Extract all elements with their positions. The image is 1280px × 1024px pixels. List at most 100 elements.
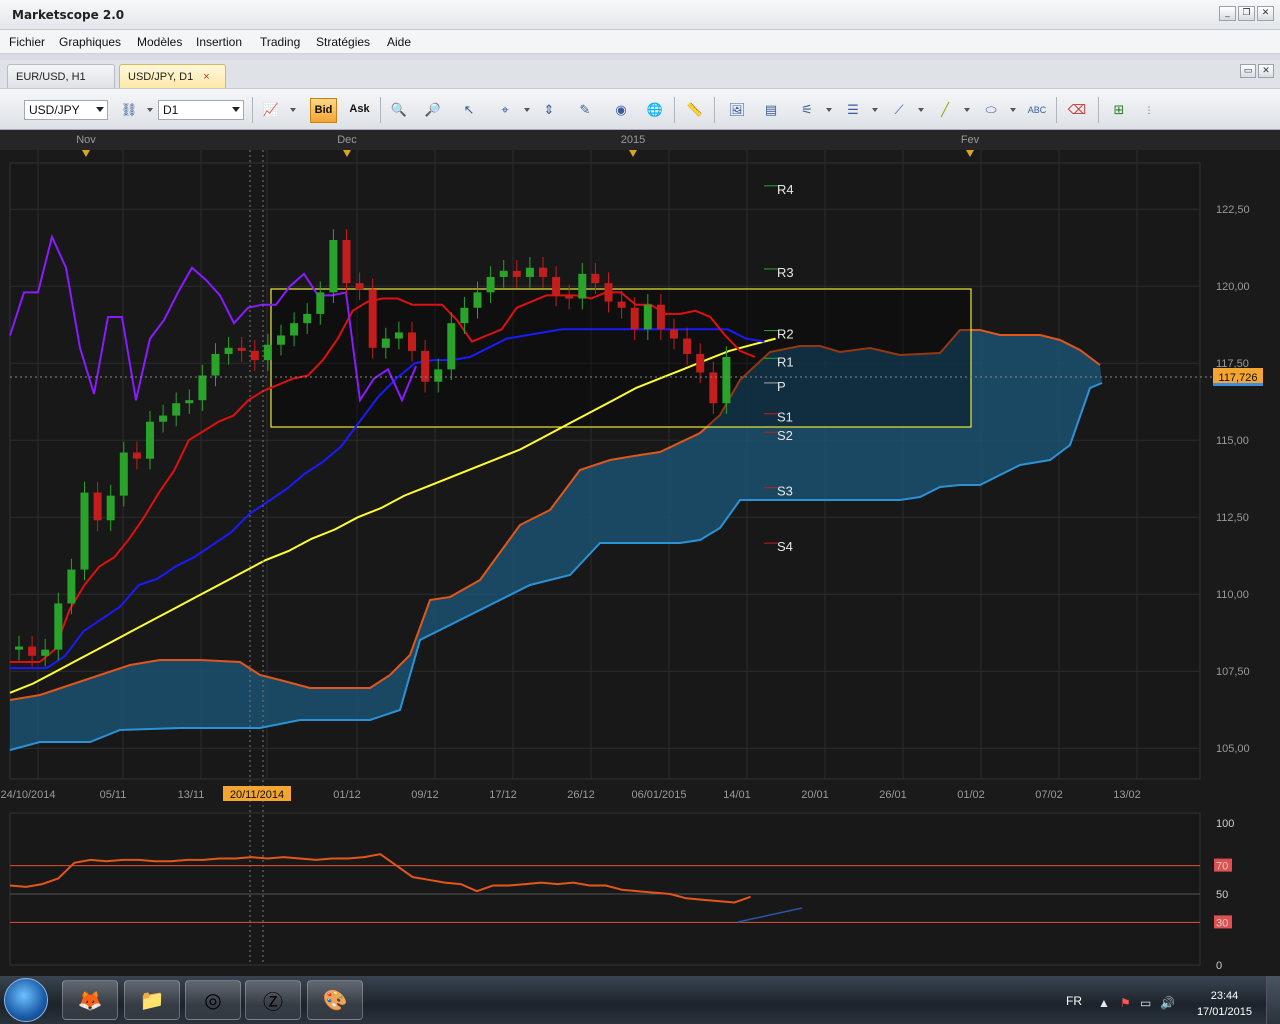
link-icon[interactable]: ⛓ (118, 99, 140, 121)
candle-body (185, 400, 194, 404)
volume-icon[interactable]: 🔊 (1160, 996, 1175, 1010)
fit-icon[interactable]: ⇕ (538, 99, 560, 121)
zoom-in-icon[interactable]: 🔍 (388, 99, 410, 121)
chevron-down-icon[interactable] (524, 108, 530, 112)
close-tab-icon[interactable]: × (203, 71, 209, 83)
crosshair-icon[interactable]: ⌖ (494, 99, 516, 121)
lines-icon[interactable]: ☰ (842, 99, 864, 121)
chevron-down-icon[interactable] (826, 108, 832, 112)
chevron-down-icon[interactable] (290, 108, 296, 112)
firefox-icon[interactable]: 🦊 (62, 980, 118, 1020)
chrome-icon[interactable]: ◎ (185, 980, 241, 1020)
oscillator-tick-label: 100 (1216, 818, 1234, 830)
date-tick-label: 06/01/2015 (631, 789, 686, 801)
chart-type-icon[interactable]: 📈 (260, 99, 282, 121)
candle-body (539, 267, 547, 277)
candle-body (630, 307, 639, 330)
current-price-label: 117,726 (1219, 372, 1258, 384)
candle-body (329, 240, 338, 293)
price-tick-label: 107,50 (1216, 666, 1250, 678)
start-button[interactable] (4, 978, 48, 1022)
candle-body (198, 375, 207, 401)
price-chart[interactable]: R4R3R2R1PS1S2S3S4 122,50120,00117,50115,… (0, 130, 1280, 976)
date-tick-label: 13/02 (1113, 789, 1141, 801)
menu-fichier[interactable]: Fichier (9, 35, 45, 49)
edit-icon[interactable]: ✎ (574, 99, 596, 121)
candle-body (408, 332, 416, 351)
language-indicator[interactable]: FR (1066, 994, 1082, 1008)
zoom-out-icon[interactable]: 🔎 (422, 99, 444, 121)
indicator-icon[interactable]: ⚟ (796, 99, 818, 121)
menu-strategies[interactable]: Stratégies (316, 35, 370, 49)
chevron-down-icon[interactable] (872, 108, 878, 112)
candle-body (15, 646, 23, 650)
bid-button[interactable]: Bid (310, 98, 337, 123)
menu-modeles[interactable]: Modèles (137, 35, 182, 49)
marketscope-icon[interactable]: Ⓩ (245, 980, 301, 1020)
show-desktop-button[interactable] (1266, 976, 1280, 1024)
eye-icon[interactable]: ◉ (610, 99, 632, 121)
date-tick-label: 24/10/2014 (0, 789, 55, 801)
date-tick-label: 20/11/2014 (230, 789, 284, 801)
globe-icon[interactable]: 🌐 (644, 99, 666, 121)
candle-body (355, 283, 364, 290)
toolbar-overflow-icon[interactable]: ⋮ (1138, 99, 1160, 121)
minimize-icon[interactable]: _ (1219, 6, 1236, 21)
chevron-down-icon (232, 107, 240, 112)
candle-body (41, 649, 50, 656)
cursor-icon[interactable]: ↖ (458, 99, 480, 121)
price-tick-label: 122,50 (1216, 204, 1250, 216)
template-icon[interactable]: ▤ (760, 99, 782, 121)
clock[interactable]: 23:44 17/01/2015 (1197, 988, 1252, 1020)
title-bar: Marketscope 2.0 _ ❐ ✕ (0, 0, 1280, 30)
pivot-label-r4: R4 (777, 182, 794, 197)
month-label: 2015 (621, 134, 645, 146)
file-explorer-icon[interactable]: 📁 (124, 980, 180, 1020)
trendline-icon[interactable]: ╱ (934, 99, 956, 121)
menu-aide[interactable]: Aide (387, 35, 411, 49)
system-tray: FR ▲ ⚑ ▭ 🔊 23:44 17/01/2015 (1060, 976, 1280, 1024)
candle-body (486, 276, 495, 293)
ruler-icon[interactable]: 📏 (684, 99, 706, 121)
month-label: Dec (337, 134, 357, 146)
close-icon[interactable]: ✕ (1257, 6, 1274, 21)
period-value: D1 (163, 103, 179, 117)
oscillator-plot-area (9, 812, 1201, 966)
symbol-select[interactable]: USD/JPY (24, 100, 108, 120)
pivot-label-s1: S1 (777, 410, 793, 425)
eraser-icon[interactable]: ⌫ (1066, 99, 1088, 121)
pivot-label-p: P (777, 379, 786, 394)
chevron-down-icon[interactable] (964, 108, 970, 112)
candle-body (499, 270, 508, 277)
candle-body (316, 292, 325, 314)
menu-insertion[interactable]: Insertion (196, 35, 242, 49)
image-icon[interactable]: 🖼 (726, 99, 748, 121)
period-select[interactable]: D1 (158, 100, 244, 120)
hierarchy-icon[interactable]: ⊞ (1108, 99, 1130, 121)
text-tool-icon[interactable]: ABC (1026, 99, 1048, 121)
tray-arrow-icon[interactable]: ▲ (1098, 996, 1110, 1010)
tab-eurusd-h1[interactable]: EUR/USD, H1 (7, 64, 115, 88)
chevron-down-icon[interactable] (1010, 108, 1016, 112)
paint-icon[interactable]: 🎨 (307, 980, 363, 1020)
candle-body (591, 273, 600, 284)
chevron-down-icon[interactable] (147, 108, 153, 112)
candle-body (473, 292, 482, 308)
monitor-icon[interactable]: ▭ (1140, 996, 1151, 1010)
network-icon[interactable]: ⚑ (1120, 996, 1131, 1010)
chevron-down-icon[interactable] (918, 108, 924, 112)
ask-button[interactable]: Ask (346, 98, 373, 123)
minimize-chart-icon[interactable]: ▭ (1240, 64, 1256, 78)
candle-body (146, 421, 154, 459)
restore-icon[interactable]: ❐ (1238, 6, 1255, 21)
tab-usdjpy-d1[interactable]: USD/JPY, D1 × (119, 64, 226, 88)
ellipse-icon[interactable]: ⬭ (980, 99, 1002, 121)
chart-area[interactable]: R4 R3 R2 R1 P S1 S2 S3 S4 122,50 120,00 117,50 115,… (0, 130, 1280, 976)
toolbar-separator (1098, 97, 1099, 123)
tab-label: EUR/USD, H1 (16, 71, 86, 83)
menu-graphiques[interactable]: Graphiques (59, 35, 121, 49)
fan-icon[interactable]: ⟋ (888, 99, 910, 121)
candle-body (643, 304, 652, 330)
menu-trading[interactable]: Trading (260, 35, 300, 49)
close-chart-icon[interactable]: ✕ (1258, 64, 1274, 78)
